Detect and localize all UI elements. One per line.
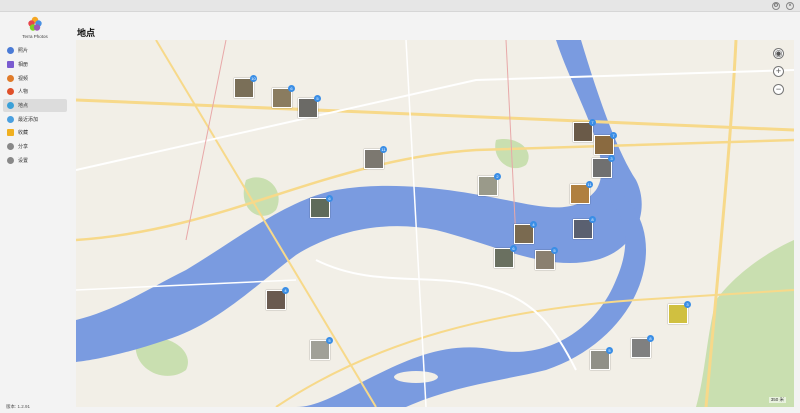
photo-cluster-marker[interactable]: 8 [573,216,596,239]
sidebar-item-label: 地点 [18,103,29,110]
cluster-count: 10 [250,75,257,82]
cluster-count: 4 [282,287,289,294]
zoom-in-icon[interactable]: + [773,66,784,77]
zoom-out-icon[interactable]: − [773,84,784,95]
sidebar-item-label: 人物 [18,89,29,96]
photo-cluster-marker[interactable]: 5 [310,337,333,360]
page-title: 地点 [77,28,96,38]
sidebar-item-albums[interactable]: 相册 [3,58,67,72]
cluster-count: 3 [608,155,615,162]
window-titlebar: ⚙ × [0,0,800,12]
star-icon [7,129,14,137]
app-name: Terra Photos [22,34,48,39]
cluster-count: 7 [589,119,596,126]
photo-cluster-marker[interactable]: 6 [310,195,333,218]
recent-icon [7,115,14,123]
sidebar-item-label: 分享 [18,144,29,151]
map-view[interactable]: ◉ + − 10 6 5 11 6 2 7 7 11 3 4 8 6 5 4 8… [76,40,794,407]
cluster-count: 6 [510,245,517,252]
cluster-count: 6 [288,85,295,92]
cluster-count: 4 [530,221,537,228]
sidebar-item-video[interactable]: 视频 [3,71,67,85]
albums-icon [7,61,14,69]
cluster-count: 5 [551,247,558,254]
sidebar-item-photos[interactable]: 照片 [3,44,67,58]
photo-cluster-marker[interactable]: 8 [631,335,654,358]
sidebar-item-label: 照片 [18,48,29,55]
sidebar-item-label: 相册 [18,62,29,69]
places-icon [7,102,14,110]
cluster-count: 2 [494,173,501,180]
map-canvas [76,40,794,407]
photo-cluster-marker[interactable]: 6 [272,85,295,108]
sidebar-item-share[interactable]: 分享 [3,140,67,154]
cluster-count: 8 [647,335,654,342]
photo-cluster-marker[interactable]: 5 [590,347,613,370]
photo-cluster-marker[interactable]: 10 [234,75,257,98]
sidebar-item-label: 收藏 [18,130,29,137]
people-icon [7,88,14,96]
photo-cluster-marker[interactable]: 7 [573,119,596,142]
photo-cluster-marker[interactable]: 3 [592,155,615,178]
photo-cluster-marker[interactable]: 11 [364,146,387,169]
sidebar-item-people[interactable]: 人物 [3,85,67,99]
cluster-count: 5 [606,347,613,354]
sidebar-item-settings[interactable]: 设置 [3,154,67,168]
video-icon [7,74,14,82]
photo-cluster-marker[interactable]: 7 [594,132,617,155]
settings-icon[interactable]: ⚙ [772,2,780,10]
photo-cluster-marker[interactable]: 11 [570,181,593,204]
sidebar-item-favorites[interactable]: 收藏 [3,126,67,140]
cluster-count: 5 [326,337,333,344]
photo-cluster-marker[interactable]: 4 [514,221,537,244]
photo-cluster-marker[interactable]: 5 [298,95,321,118]
settings-icon [7,156,14,164]
app-version: 版本: 1.2.91 [6,404,31,409]
photo-cluster-marker[interactable]: 2 [478,173,501,196]
sidebar-item-places[interactable]: 地点 [3,98,67,113]
photos-icon [7,47,14,55]
cluster-count: 8 [589,216,596,223]
cluster-count: 11 [586,181,593,188]
sidebar-item-label: 最近添加 [18,116,39,123]
photo-cluster-marker[interactable]: 5 [535,247,558,270]
photo-cluster-marker[interactable]: 3 [668,301,691,324]
photo-cluster-marker[interactable]: 6 [494,245,517,268]
app-logo-icon [28,16,42,31]
cluster-count: 3 [684,301,691,308]
sidebar-item-label: 设置 [18,157,29,164]
share-icon [7,143,14,151]
photo-cluster-marker[interactable]: 4 [266,287,289,310]
sidebar-item-label: 视频 [18,75,29,82]
sidebar: Terra Photos 照片 相册 视频 人物 地点 最近添加 收藏 分享 设… [0,12,70,413]
sidebar-item-recent[interactable]: 最近添加 [3,112,67,126]
close-icon[interactable]: × [786,2,794,10]
locate-icon[interactable]: ◉ [773,48,784,59]
cluster-count: 11 [380,146,387,153]
map-scale: 350 米 [768,397,786,403]
sidebar-nav: 照片 相册 视频 人物 地点 最近添加 收藏 分享 设置 [3,44,67,167]
cluster-count: 7 [610,132,617,139]
cluster-count: 5 [314,95,321,102]
cluster-count: 6 [326,195,333,202]
